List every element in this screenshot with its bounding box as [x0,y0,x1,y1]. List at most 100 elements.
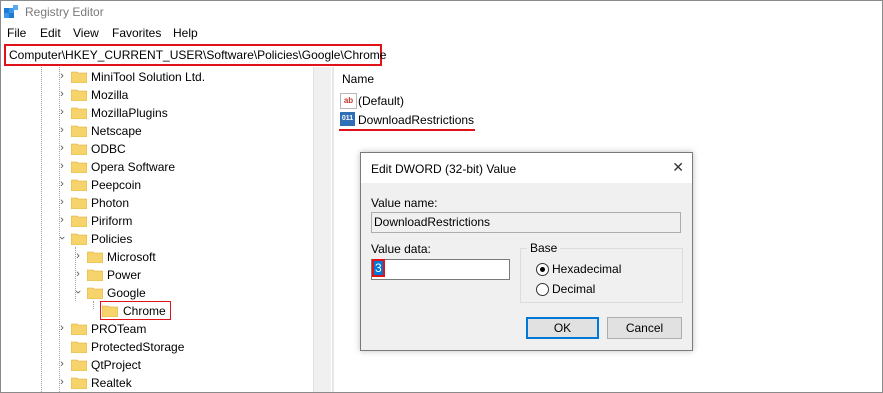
tree-item-realtek[interactable]: › Realtek [1,374,313,392]
menu-help[interactable]: Help [173,26,198,40]
tree-item-protectedstorage[interactable]: ProtectedStorage [1,338,313,356]
close-icon[interactable]: ✕ [672,159,684,176]
folder-open-icon [87,287,103,299]
value-name: DownloadRestrictions [358,113,475,127]
radio-hexadecimal[interactable] [536,263,549,276]
chevron-right-icon[interactable]: › [57,321,67,335]
edit-dword-dialog: Edit DWORD (32-bit) Value ✕ Value name: … [360,152,693,351]
radio-decimal-label[interactable]: Decimal [552,282,595,296]
value-data-label: Value data: [371,242,431,256]
folder-icon [71,107,87,119]
key-tree[interactable]: › MiniTool Solution Ltd. › Mozilla › Moz… [1,67,313,392]
value-data-input[interactable]: 3 [371,259,510,280]
tree-item-label: PROTeam [91,322,147,336]
tree-item-power[interactable]: › Power [1,266,313,284]
folder-icon [71,179,87,191]
dialog-title: Edit DWORD (32-bit) Value [371,162,517,176]
folder-icon [71,359,87,371]
chevron-right-icon[interactable]: › [57,141,67,155]
tree-item-minitool[interactable]: › MiniTool Solution Ltd. [1,68,313,86]
base-groupbox: Base Hexadecimal Decimal [520,241,683,303]
window-title: Registry Editor [25,5,104,19]
pane-splitter[interactable] [332,67,334,392]
tree-item-peepcoin[interactable]: › Peepcoin [1,176,313,194]
tree-item-photon[interactable]: › Photon [1,194,313,212]
tree-item-label: MozillaPlugins [91,106,168,120]
tree-item-chrome[interactable]: Chrome [1,301,313,320]
chevron-right-icon[interactable]: › [73,249,83,263]
chevron-right-icon[interactable]: › [73,267,83,281]
tree-item-label: Photon [91,196,130,210]
chevron-down-icon[interactable]: › [55,233,69,243]
radio-decimal[interactable] [536,283,549,296]
menu-edit[interactable]: Edit [40,26,61,40]
menu-view[interactable]: View [73,26,99,40]
radio-hexadecimal-label[interactable]: Hexadecimal [552,262,621,276]
chevron-right-icon[interactable]: › [57,357,67,371]
address-bar[interactable]: Computer\HKEY_CURRENT_USER\Software\Poli… [4,44,386,66]
dialog-title-bar: Edit DWORD (32-bit) Value ✕ [361,153,692,183]
title-bar: Registry Editor [1,1,882,23]
tree-item-microsoft[interactable]: › Microsoft [1,248,313,266]
menu-favorites[interactable]: Favorites [112,26,161,40]
tree-item-proteam[interactable]: › PROTeam [1,320,313,338]
chevron-right-icon[interactable]: › [57,177,67,191]
tree-item-label: Policies [91,232,133,246]
string-value-icon: ab [340,93,357,109]
chevron-right-icon[interactable]: › [57,213,67,227]
cancel-button[interactable]: Cancel [607,317,682,339]
tree-item-label: Piriform [91,214,133,228]
tree-item-label: Google [107,286,146,300]
value-name-field: DownloadRestrictions [371,212,681,233]
folder-icon [71,341,87,353]
tree-item-qtproject[interactable]: › QtProject [1,356,313,374]
tree-scrollbar[interactable] [313,67,331,392]
value-highlight-underline [339,129,475,131]
chevron-right-icon[interactable]: › [57,195,67,209]
folder-icon [71,161,87,173]
chevron-right-icon[interactable]: › [57,159,67,173]
tree-item-label: Netscape [91,124,142,138]
tree-item-label: Opera Software [91,160,176,174]
folder-open-icon [71,233,87,245]
chevron-down-icon[interactable]: › [71,287,85,297]
chevron-right-icon[interactable]: › [57,105,67,119]
folder-icon [71,89,87,101]
tree-item-google[interactable]: › Google [1,284,313,302]
tree-item-label: ProtectedStorage [91,340,185,354]
chevron-right-icon[interactable]: › [57,123,67,137]
folder-icon [71,215,87,227]
tree-item-piriform[interactable]: › Piriform [1,212,313,230]
value-name: (Default) [358,94,405,108]
tree-item-netscape[interactable]: › Netscape [1,122,313,140]
value-name-text: DownloadRestrictions [374,215,491,229]
base-label: Base [527,241,561,255]
tree-item-label: Peepcoin [91,178,142,192]
tree-item-policies[interactable]: › Policies [1,230,313,248]
folder-icon [71,377,87,389]
folder-icon [87,251,103,263]
chevron-right-icon[interactable]: › [57,87,67,101]
folder-icon [71,125,87,137]
registry-editor-window: Registry Editor File Edit View Favorites… [0,0,883,393]
tree-item-label: QtProject [91,358,142,372]
chevron-right-icon[interactable]: › [57,69,67,83]
value-data-text: 3 [372,259,385,277]
tree-item-opera-software[interactable]: › Opera Software [1,158,313,176]
folder-icon [71,143,87,155]
column-header-name[interactable]: Name [342,72,374,86]
tree-item-label: ODBC [91,142,126,156]
chevron-right-icon[interactable]: › [57,375,67,389]
tree-item-label: Power [107,268,142,282]
address-path: Computer\HKEY_CURRENT_USER\Software\Poli… [9,48,387,62]
registry-app-icon [4,5,18,18]
folder-icon [87,269,103,281]
tree-item-odbc[interactable]: › ODBC [1,140,313,158]
ok-button[interactable]: OK [526,317,599,339]
menu-bar: File Edit View Favorites Help [1,24,882,44]
menu-file[interactable]: File [7,26,26,40]
tree-item-label: Realtek [91,376,132,390]
tree-item-mozilla[interactable]: › Mozilla [1,86,313,104]
tree-item-label: Chrome [123,304,166,318]
tree-item-mozillaplugins[interactable]: › MozillaPlugins [1,104,313,122]
